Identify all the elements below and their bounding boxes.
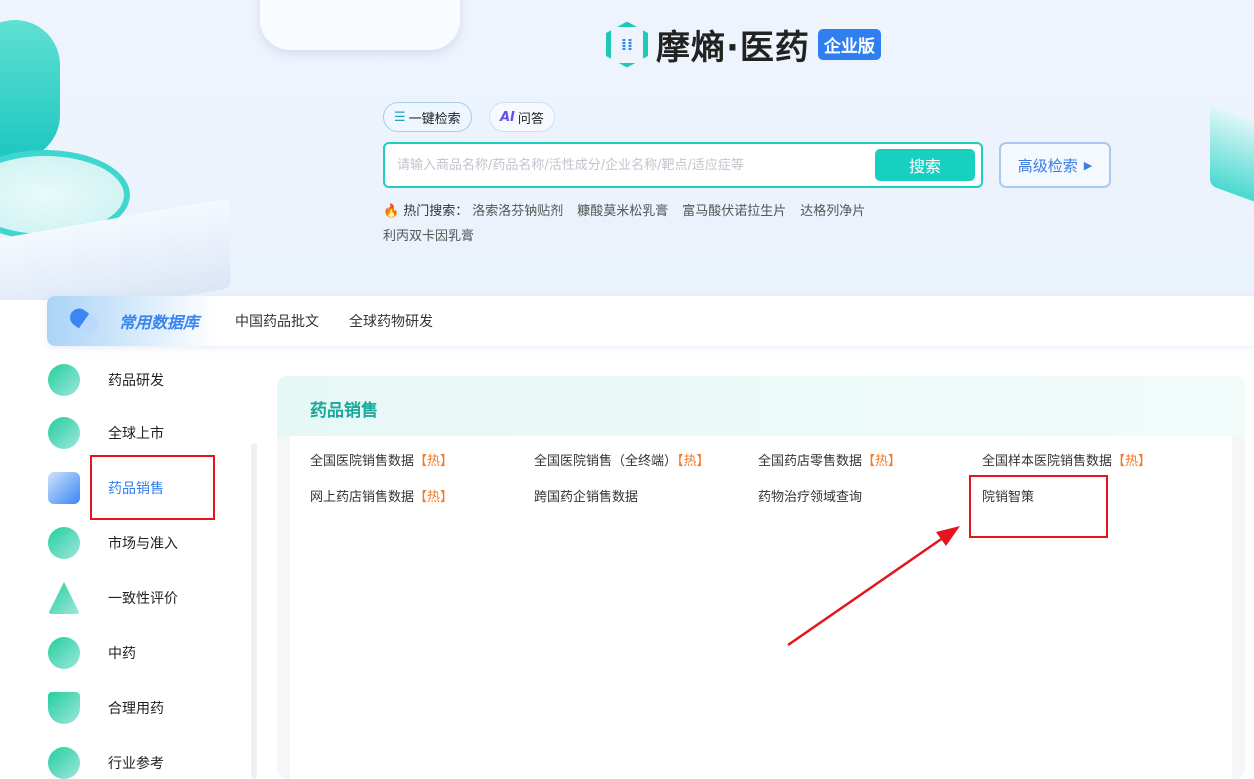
category-icon bbox=[48, 527, 80, 559]
hot-tag: 【热】 bbox=[862, 454, 902, 469]
link-label: 网上药店销售数据 bbox=[310, 490, 415, 505]
db-link[interactable]: 跨国药企销售数据 bbox=[534, 486, 638, 505]
sidebar-item-industry-ref[interactable]: 行业参考 bbox=[48, 743, 164, 779]
hot-search-item[interactable]: 糠酸莫米松乳膏 bbox=[577, 204, 668, 219]
sidebar-item-drug-rd[interactable]: 药品研发 bbox=[48, 360, 164, 400]
link-label: 药物治疗领域查询 bbox=[758, 490, 863, 505]
category-icon bbox=[48, 582, 80, 614]
database-bar: 常用数据库 中国药品批文 全球药物研发 bbox=[47, 296, 1254, 346]
sidebar-item-market-access[interactable]: 市场与准入 bbox=[48, 523, 178, 563]
hot-search-label: 热门搜索： bbox=[403, 204, 469, 219]
logo-hexagon-icon: ⁞⁞ bbox=[606, 21, 648, 68]
link-label: 全国样本医院销售数据 bbox=[982, 454, 1113, 469]
search-mode-ai[interactable]: AI 问答 bbox=[489, 102, 555, 132]
sidebar-item-rational-use[interactable]: 合理用药 bbox=[48, 688, 164, 728]
link-label: 全国医院销售（全终端） bbox=[534, 454, 678, 469]
category-icon bbox=[48, 637, 80, 669]
db-link[interactable]: 全国医院销售（全终端）【热】 bbox=[534, 450, 710, 469]
highlight-box-sidebar bbox=[90, 455, 215, 520]
caret-right-icon: ▶ bbox=[1083, 158, 1093, 172]
sidebar-item-consistency-eval[interactable]: 一致性评价 bbox=[48, 578, 178, 618]
hot-search-item[interactable]: 洛索洛芬钠贴剂 bbox=[472, 204, 563, 219]
database-tab[interactable]: 全球药物研发 bbox=[349, 311, 433, 331]
sidebar-item-tcm[interactable]: 中药 bbox=[48, 633, 136, 673]
decorative-shape bbox=[260, 0, 460, 50]
db-link[interactable]: 网上药店销售数据【热】 bbox=[310, 486, 453, 505]
db-link[interactable]: 全国医院销售数据【热】 bbox=[310, 450, 453, 469]
hot-search-item[interactable]: 达格列净片 bbox=[800, 204, 865, 219]
drug-sales-panel: 药品销售 全国医院销售数据【热】 全国医院销售（全终端）【热】 全国药店零售数据… bbox=[277, 376, 1245, 779]
hot-search-item[interactable]: 利丙双卡因乳膏 bbox=[383, 229, 474, 244]
bar-chart-icon bbox=[48, 472, 80, 504]
logo: ⁞⁞ 摩熵·医药 企业版 bbox=[606, 20, 881, 69]
search-mode-quick[interactable]: ☰ 一键检索 bbox=[383, 102, 472, 132]
logo-text: 摩熵·医药 bbox=[656, 28, 810, 68]
search-button[interactable]: 搜索 bbox=[875, 149, 975, 181]
category-icon bbox=[48, 364, 80, 396]
hot-search: 🔥 热门搜索： 洛索洛芬钠贴剂 糠酸莫米松乳膏 富马酸伏诺拉生片 达格列净片利丙双卡因乳膏 bbox=[383, 199, 903, 249]
sidebar-item-label: 行业参考 bbox=[108, 756, 164, 772]
hot-search-item[interactable]: 富马酸伏诺拉生片 bbox=[682, 204, 786, 219]
db-link[interactable]: 全国药店零售数据【热】 bbox=[758, 450, 901, 469]
search-input[interactable] bbox=[397, 144, 867, 186]
link-label: 全国医院销售数据 bbox=[310, 454, 415, 469]
search-mode-label: 一键检索 bbox=[408, 111, 461, 127]
shield-icon bbox=[48, 692, 80, 724]
decorative-shape bbox=[0, 20, 60, 160]
sidebar-item-label: 一致性评价 bbox=[108, 591, 178, 607]
category-sidebar: 药品研发 全球上市 药品销售 市场与准入 一致性评价 中药 合理用药 行业参考 bbox=[0, 360, 260, 779]
link-label: 全国药店零售数据 bbox=[758, 454, 863, 469]
decorative-shape bbox=[1210, 105, 1254, 215]
sidebar-item-label: 合理用药 bbox=[108, 701, 164, 717]
sidebar-scrollbar[interactable] bbox=[251, 443, 257, 779]
highlight-box-link bbox=[969, 475, 1108, 538]
panel-title: 药品销售 bbox=[277, 376, 1245, 436]
pill-capsule-icon bbox=[66, 305, 102, 337]
search-box: 搜索 bbox=[383, 142, 983, 188]
hot-tag: 【热】 bbox=[677, 454, 710, 469]
sidebar-item-label: 市场与准入 bbox=[108, 536, 178, 552]
sidebar-item-label: 全球上市 bbox=[108, 426, 164, 442]
db-link[interactable]: 药物治疗领域查询 bbox=[758, 486, 862, 505]
category-icon bbox=[48, 747, 80, 779]
db-link[interactable]: 全国样本医院销售数据【热】 bbox=[982, 450, 1151, 469]
hot-tag: 【热】 bbox=[1112, 454, 1152, 469]
hot-tag: 【热】 bbox=[414, 490, 454, 505]
advanced-search-label: 高级检索 bbox=[1017, 156, 1078, 175]
database-title: 常用数据库 bbox=[119, 313, 200, 332]
edition-badge: 企业版 bbox=[817, 29, 881, 60]
advanced-search-button[interactable]: 高级检索 ▶ bbox=[999, 142, 1111, 188]
database-tab[interactable]: 中国药品批文 bbox=[235, 311, 319, 331]
ai-sparkle-icon: AI bbox=[500, 109, 515, 125]
category-icon bbox=[48, 417, 80, 449]
fire-icon: 🔥 bbox=[383, 204, 400, 219]
sidebar-item-label: 药品研发 bbox=[108, 373, 164, 389]
search-mode-label: 问答 bbox=[517, 111, 544, 127]
hot-tag: 【热】 bbox=[414, 454, 454, 469]
search-list-icon: ☰ bbox=[394, 109, 406, 125]
database-header: 常用数据库 bbox=[47, 296, 217, 346]
sidebar-item-global-launch[interactable]: 全球上市 bbox=[48, 413, 164, 453]
link-label: 跨国药企销售数据 bbox=[534, 490, 639, 505]
hero-banner: ⁞⁞ 摩熵·医药 企业版 ☰ 一键检索 AI 问答 搜索 高级检索 ▶ 🔥热门搜… bbox=[0, 0, 1254, 300]
sidebar-item-label: 中药 bbox=[108, 646, 136, 662]
